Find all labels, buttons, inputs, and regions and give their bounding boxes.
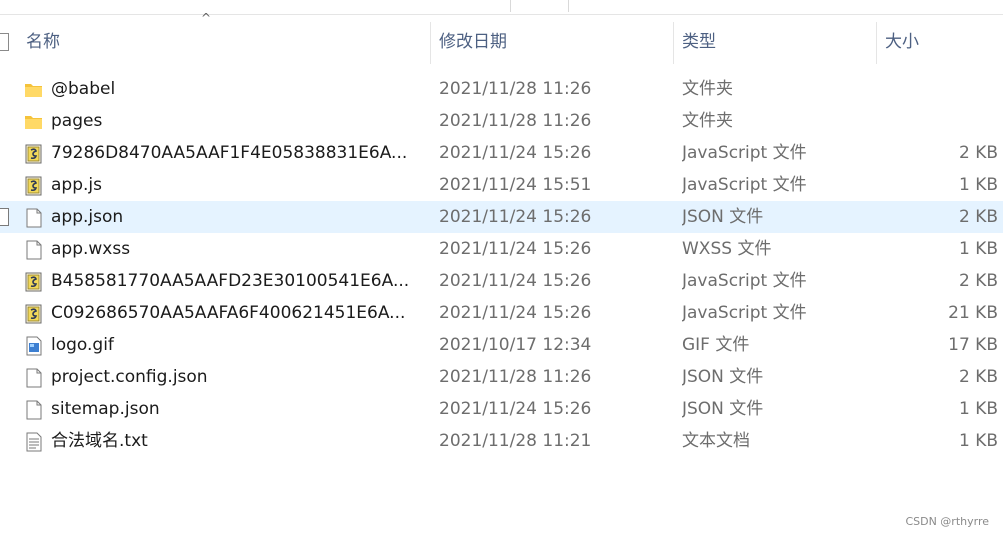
watermark: CSDN @rthyrre xyxy=(905,515,989,528)
file-name[interactable]: logo.gif xyxy=(51,329,421,361)
file-modified-date: 2021/11/24 15:26 xyxy=(439,303,592,323)
blank-file-icon xyxy=(24,239,44,260)
file-type: 文件夹 xyxy=(682,79,733,99)
file-row[interactable]: 79286D8470AA5AAF1F4E05838831E6A... 2021/1… xyxy=(0,137,1003,169)
refresh-button-partial[interactable] xyxy=(510,0,569,12)
file-modified-date: 2021/11/28 11:26 xyxy=(439,367,592,387)
file-name[interactable]: app.js xyxy=(51,169,421,201)
file-modified-date: 2021/11/28 11:26 xyxy=(439,111,592,131)
file-name[interactable]: 合法域名.txt xyxy=(51,425,421,457)
file-modified-date: 2021/11/24 15:26 xyxy=(439,143,592,163)
javascript-file-icon xyxy=(24,175,44,196)
file-name[interactable]: @babel xyxy=(51,73,421,105)
file-name[interactable]: app.wxss xyxy=(51,233,421,265)
file-type: JavaScript 文件 xyxy=(682,143,807,163)
file-size: 2 KB xyxy=(958,271,998,291)
file-row[interactable]: 合法域名.txt 2021/11/28 11:21 文本文档 1 KB xyxy=(0,425,1003,457)
blank-file-icon xyxy=(24,367,44,388)
file-name[interactable]: C092686570AA5AAFA6F400621451E6A... xyxy=(51,297,421,329)
javascript-file-icon xyxy=(24,271,44,292)
file-size: 1 KB xyxy=(958,431,998,451)
toolbar-strip xyxy=(0,0,1003,15)
file-type: 文件夹 xyxy=(682,111,733,131)
file-type: JavaScript 文件 xyxy=(682,303,807,323)
file-row[interactable]: sitemap.json 2021/11/24 15:26 JSON 文件 1 KB xyxy=(0,393,1003,425)
file-type: GIF 文件 xyxy=(682,335,750,355)
file-size xyxy=(880,73,998,105)
file-name[interactable]: B458581770AA5AAFD23E30100541E6A... xyxy=(51,265,421,297)
file-name[interactable]: sitemap.json xyxy=(51,393,421,425)
file-size: 1 KB xyxy=(958,399,998,419)
file-row[interactable]: B458581770AA5AAFD23E30100541E6A... 2021/1… xyxy=(0,265,1003,297)
column-header-name[interactable]: 名称 xyxy=(26,16,426,68)
file-modified-date: 2021/11/24 15:26 xyxy=(439,271,592,291)
column-header-type[interactable]: 类型 xyxy=(682,16,872,68)
file-type: JSON 文件 xyxy=(682,367,764,387)
row-checkbox[interactable] xyxy=(0,208,9,226)
file-modified-date: 2021/10/17 12:34 xyxy=(439,335,592,355)
file-type: WXSS 文件 xyxy=(682,239,772,259)
column-header-size[interactable]: 大小 xyxy=(885,16,1003,68)
file-modified-date: 2021/11/24 15:26 xyxy=(439,239,592,259)
folder-icon xyxy=(24,111,44,131)
file-modified-date: 2021/11/24 15:26 xyxy=(439,399,592,419)
file-modified-date: 2021/11/24 15:51 xyxy=(439,175,592,195)
file-type: JavaScript 文件 xyxy=(682,175,807,195)
file-type: JSON 文件 xyxy=(682,207,764,227)
file-type: JavaScript 文件 xyxy=(682,271,807,291)
file-size: 1 KB xyxy=(958,239,998,259)
file-row[interactable]: app.json 2021/11/24 15:26 JSON 文件 2 KB xyxy=(0,201,1003,233)
file-modified-date: 2021/11/28 11:26 xyxy=(439,79,592,99)
file-name[interactable]: app.json xyxy=(51,201,421,233)
text-file-icon xyxy=(24,431,44,452)
file-row[interactable]: C092686570AA5AAFA6F400621451E6A... 2021/1… xyxy=(0,297,1003,329)
blank-file-icon xyxy=(24,399,44,420)
javascript-file-icon xyxy=(24,143,44,164)
file-row[interactable]: project.config.json 2021/11/28 11:26 JSON … xyxy=(0,361,1003,393)
column-divider[interactable] xyxy=(430,22,431,64)
file-size: 21 KB xyxy=(948,303,998,323)
column-header: ^ 名称 修改日期 类型 大小 xyxy=(0,11,1003,68)
file-row[interactable]: @babel 2021/11/28 11:26 文件夹 xyxy=(0,73,1003,105)
file-modified-date: 2021/11/24 15:26 xyxy=(439,207,592,227)
file-size: 2 KB xyxy=(958,207,998,227)
javascript-file-icon xyxy=(24,303,44,324)
file-size: 2 KB xyxy=(958,367,998,387)
file-row[interactable]: app.wxss 2021/11/24 15:26 WXSS 文件 1 KB xyxy=(0,233,1003,265)
file-row[interactable]: pages 2021/11/28 11:26 文件夹 xyxy=(0,105,1003,137)
folder-icon xyxy=(24,79,44,99)
select-all-checkbox[interactable] xyxy=(0,33,9,51)
column-header-date[interactable]: 修改日期 xyxy=(439,16,669,68)
file-size: 2 KB xyxy=(958,143,998,163)
blank-file-icon xyxy=(24,207,44,228)
image-file-icon xyxy=(24,335,44,356)
file-size xyxy=(880,105,998,137)
file-type: JSON 文件 xyxy=(682,399,764,419)
file-name[interactable]: pages xyxy=(51,105,421,137)
file-row[interactable]: logo.gif 2021/10/17 12:34 GIF 文件 17 KB xyxy=(0,329,1003,361)
file-row[interactable]: app.js 2021/11/24 15:51 JavaScript 文件 1 KB xyxy=(0,169,1003,201)
file-list: @babel 2021/11/28 11:26 文件夹 pages 2021/11/28… xyxy=(0,73,1003,457)
file-modified-date: 2021/11/28 11:21 xyxy=(439,431,592,451)
column-divider[interactable] xyxy=(876,22,877,64)
file-size: 17 KB xyxy=(948,335,998,355)
file-size: 1 KB xyxy=(958,175,998,195)
file-name[interactable]: project.config.json xyxy=(51,361,421,393)
column-divider[interactable] xyxy=(673,22,674,64)
address-bar-partial[interactable] xyxy=(0,0,511,12)
search-box-partial[interactable] xyxy=(568,0,1003,12)
file-name[interactable]: 79286D8470AA5AAF1F4E05838831E6A... xyxy=(51,137,421,169)
file-type: 文本文档 xyxy=(682,431,750,451)
